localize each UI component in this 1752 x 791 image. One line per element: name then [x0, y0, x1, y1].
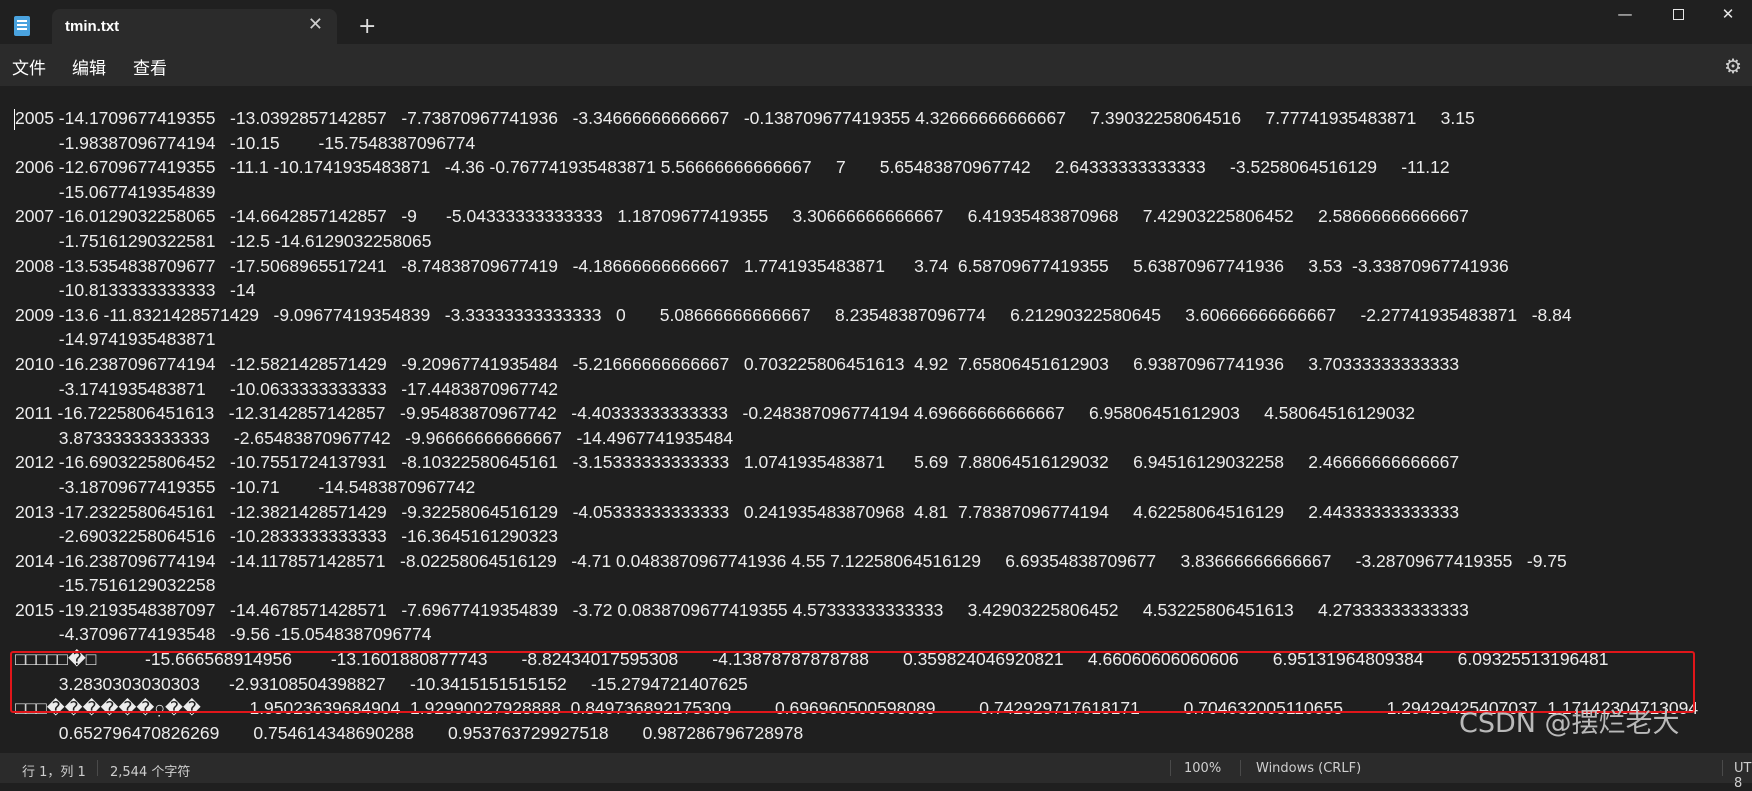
- text-line: 2005 -14.1709677419355 -13.0392857142857…: [15, 108, 1475, 128]
- char-count: 2,544 个字符: [110, 765, 191, 780]
- maximize-icon: [1672, 9, 1684, 20]
- text-line: 2006 -12.6709677419355 -11.1 -10.1741935…: [15, 157, 1450, 178]
- encoding[interactable]: UTF-8: [1734, 761, 1752, 791]
- close-icon: ✕: [1721, 5, 1735, 23]
- text-line: 2010 -16.2387096774194 -12.5821428571429…: [15, 353, 1460, 374]
- status-divider: [97, 760, 98, 776]
- text-line: -15.0677419354839: [15, 181, 216, 202]
- tab-title: tmin.txt: [65, 18, 120, 35]
- gear-icon[interactable]: ⚙: [1724, 54, 1742, 78]
- text-line: 2015 -19.2193548387097 -14.4678571428571…: [15, 599, 1469, 620]
- text-line: -2.69032258064516 -10.2833333333333 -16.…: [15, 526, 558, 547]
- text-line: -4.37096774193548 -9.56 -15.054838709677…: [15, 624, 432, 645]
- text-editor[interactable]: 2005 -14.1709677419355 -13.0392857142857…: [0, 86, 1752, 753]
- text-line: 2013 -17.2322580645161 -12.3821428571429…: [15, 501, 1460, 522]
- tab-tmin[interactable]: tmin.txt ✕: [52, 9, 337, 44]
- text-line: -15.7516129032258: [15, 575, 216, 596]
- title-bar: tmin.txt ✕ + — ✕: [0, 0, 1752, 44]
- cursor-position: 行 1，列 1: [22, 765, 86, 780]
- text-line: 2009 -13.6 -11.8321428571429 -9.09677419…: [15, 304, 1572, 325]
- zoom-level[interactable]: 100%: [1184, 761, 1221, 776]
- status-divider: [1240, 760, 1241, 776]
- new-tab-button[interactable]: +: [358, 14, 376, 39]
- text-line: 3.87333333333333 -2.65483870967742 -9.96…: [15, 427, 734, 448]
- text-line: 3.2830303030303 -2.93108504398827 -10.34…: [15, 673, 748, 694]
- minimize-icon: —: [1617, 5, 1633, 23]
- minimize-button[interactable]: —: [1600, 0, 1650, 30]
- text-line: 2008 -13.5354838709677 -17.5068965517241…: [15, 255, 1509, 276]
- status-divider: [1170, 760, 1171, 776]
- editor-content[interactable]: 2005 -14.1709677419355 -13.0392857142857…: [15, 106, 1740, 745]
- text-line: -10.8133333333333 -14: [15, 280, 256, 301]
- status-divider: [1722, 760, 1723, 776]
- text-line: -3.18709677419355 -10.71 -14.54838709677…: [15, 476, 476, 497]
- menu-view[interactable]: 查看: [133, 54, 167, 79]
- text-line: 2014 -16.2387096774194 -14.1178571428571…: [15, 550, 1567, 571]
- notepad-icon: [14, 16, 30, 36]
- status-bar: 行 1，列 1 2,544 个字符 100% Windows (CRLF) UT…: [0, 753, 1752, 791]
- maximize-button[interactable]: [1653, 0, 1703, 30]
- menu-bar: 文件 编辑 查看 ⚙: [0, 44, 1752, 86]
- text-line: □□□□□�□ -15.666568914956 -13.16018808777…: [15, 649, 1609, 670]
- text-line: -14.9741935483871: [15, 329, 216, 350]
- text-line: 2011 -16.7225806451613 -12.3142857142857…: [15, 403, 1416, 424]
- text-line: 2012 -16.6903225806452 -10.7551724137931…: [15, 452, 1460, 473]
- text-line: 2007 -16.0129032258065 -14.6642857142857…: [15, 206, 1469, 227]
- menu-edit[interactable]: 编辑: [72, 54, 106, 79]
- text-line: -3.1741935483871 -10.0633333333333 -17.4…: [15, 378, 558, 399]
- line-ending[interactable]: Windows (CRLF): [1256, 761, 1361, 776]
- text-line: -1.75161290322581 -12.5 -14.612903225806…: [15, 230, 432, 251]
- text-line: -1.98387096774194 -10.15 -15.75483870967…: [15, 132, 476, 153]
- close-window-button[interactable]: ✕: [1703, 0, 1752, 30]
- watermark: CSDN @摆烂老大: [1459, 708, 1680, 739]
- close-tab-icon[interactable]: ✕: [308, 14, 323, 35]
- menu-file[interactable]: 文件: [12, 54, 46, 79]
